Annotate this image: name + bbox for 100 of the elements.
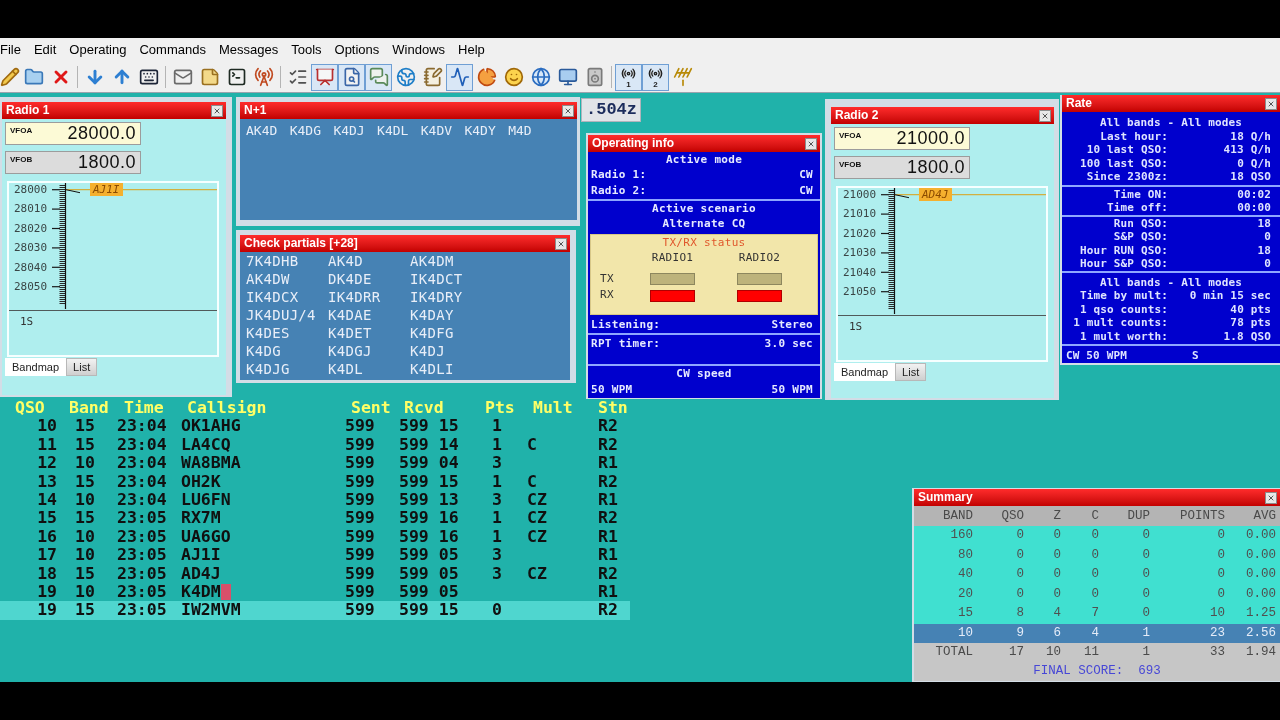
menu-item[interactable]: Options: [334, 41, 380, 59]
menu-item[interactable]: Commands: [139, 41, 206, 59]
table-cell: 599: [345, 564, 375, 583]
table-cell-text: 0: [1142, 527, 1150, 545]
table-cell: 599: [345, 472, 375, 491]
partial-callsign[interactable]: DK4DE: [328, 270, 372, 288]
tab[interactable]: Bandmap: [5, 358, 67, 376]
column-header: C: [1091, 507, 1099, 525]
info-label: Radio 2:: [591, 183, 647, 199]
close-icon: [1267, 493, 1275, 502]
partial-callsign[interactable]: JK4DUJ/4: [246, 306, 316, 324]
partial-callsign[interactable]: K4DLI: [410, 360, 454, 378]
menu-item[interactable]: Edit: [33, 41, 57, 59]
close-button[interactable]: [211, 104, 223, 117]
table-cell: 599 16: [399, 527, 459, 547]
callsign-item[interactable]: AK4D: [246, 123, 278, 138]
menu-item[interactable]: Messages: [218, 41, 279, 59]
partial-callsign[interactable]: IK4DCT: [410, 270, 463, 288]
window-title: Summary: [918, 489, 973, 506]
callsign-item[interactable]: K4DY: [464, 123, 496, 138]
menu-item[interactable]: File: [0, 41, 21, 59]
spot-label[interactable]: AJ1I: [90, 183, 123, 196]
globe-icon: [395, 67, 416, 87]
table-cell: 599: [345, 582, 375, 602]
menu-item[interactable]: Windows: [392, 41, 446, 59]
stat-label: Time by mult:: [1079, 289, 1168, 303]
frequency-label: 28050: [14, 278, 48, 295]
table-cell: 1: [492, 417, 502, 436]
vfo-label: VFOB: [10, 155, 33, 164]
menu-item[interactable]: Tools: [291, 41, 322, 59]
tab[interactable]: List: [66, 358, 98, 376]
close-icon: [213, 106, 221, 115]
table-cell-text: 160: [950, 527, 973, 545]
frequency-label: 28030: [14, 240, 48, 257]
partial-callsign[interactable]: AK4DM: [410, 252, 454, 270]
row-label: TX: [600, 271, 614, 285]
table-cell: 3: [492, 490, 502, 510]
callsign-item[interactable]: K4DV: [420, 123, 453, 138]
column-header: Band: [69, 399, 109, 418]
table-cell: 599: [345, 546, 375, 565]
partial-callsign[interactable]: K4DES: [246, 324, 290, 342]
partial-callsign[interactable]: K4DG: [246, 342, 281, 360]
stat-label: Hour S&P QSO:: [1079, 257, 1168, 271]
partial-callsign[interactable]: K4DJG: [246, 360, 290, 378]
table-cell: 14: [37, 490, 57, 510]
partial-callsign[interactable]: IK4DRY: [410, 288, 463, 306]
close-button[interactable]: [555, 237, 567, 250]
toolbar-button[interactable]: 2: [642, 63, 669, 91]
table-cell: 1: [492, 527, 502, 547]
partial-callsign[interactable]: K4DJ: [410, 342, 445, 360]
vfo-label: VFOA: [839, 131, 862, 140]
bandmap-status: 1S: [849, 320, 863, 333]
close-icon: [1267, 99, 1275, 108]
frequency-label: 21050: [843, 283, 877, 300]
table-cell-text: 0: [1053, 585, 1061, 603]
log-row[interactable]: 19 15 23:05 IW2MVM 599 599 15 0 R2: [0, 601, 630, 620]
partial-callsign[interactable]: K4DFG: [410, 324, 454, 342]
table-cell-text: 1: [1142, 644, 1150, 662]
frequency-label: 28010: [14, 201, 48, 218]
close-button[interactable]: [1265, 97, 1277, 110]
callsign-item[interactable]: K4DG: [289, 123, 321, 138]
table-cell: 599 04: [399, 454, 459, 473]
stat-label: S&P QSO:: [1113, 230, 1168, 244]
table-cell: R1: [598, 490, 618, 510]
table-cell: C: [527, 435, 537, 455]
table-cell-text: 9: [1016, 624, 1024, 642]
partial-callsign[interactable]: 7K4DHB: [246, 252, 299, 270]
tab[interactable]: Bandmap: [834, 363, 896, 381]
close-button[interactable]: [1265, 491, 1277, 504]
callsign-item[interactable]: K4DL: [377, 123, 409, 138]
partial-callsign[interactable]: K4DAY: [410, 306, 454, 324]
monitor-icon: [557, 67, 578, 87]
partial-callsign[interactable]: K4DET: [328, 324, 372, 342]
close-button[interactable]: [805, 137, 817, 150]
table-cell-text: 0: [1217, 546, 1225, 564]
pencil-icon: [0, 67, 20, 87]
partial-callsign[interactable]: AK4D: [328, 252, 363, 270]
table-cell-text: 2.56: [1246, 624, 1276, 642]
menu-item[interactable]: Help: [458, 41, 485, 59]
table-cell-text: 80: [958, 546, 973, 564]
frequency-label: 21010: [843, 206, 877, 223]
close-button[interactable]: [562, 104, 574, 117]
partial-callsign[interactable]: K4DGJ: [328, 342, 372, 360]
callsign-item[interactable]: M4D: [508, 123, 532, 138]
partial-callsign[interactable]: AK4DW: [246, 270, 290, 288]
tab[interactable]: List: [895, 363, 927, 381]
close-button[interactable]: [1039, 109, 1051, 122]
partial-callsign[interactable]: K4DAE: [328, 306, 372, 324]
partial-callsign[interactable]: K4DL: [328, 360, 363, 378]
pie-chart-icon: [476, 67, 497, 87]
partial-callsign[interactable]: IK4DCX: [246, 288, 299, 306]
table-cell: LA4CQ: [181, 435, 231, 455]
spot-label[interactable]: AD4J: [919, 188, 952, 201]
vfo-frequency: 21000.0: [896, 128, 965, 149]
menu-item[interactable]: Operating: [69, 41, 127, 59]
toolbar-button[interactable]: 1: [615, 63, 642, 91]
window-title: Radio 2: [835, 107, 879, 124]
table-cell: 15: [75, 472, 95, 491]
callsign-item[interactable]: K4DJ: [333, 123, 365, 138]
partial-callsign[interactable]: IK4DRR: [328, 288, 381, 306]
